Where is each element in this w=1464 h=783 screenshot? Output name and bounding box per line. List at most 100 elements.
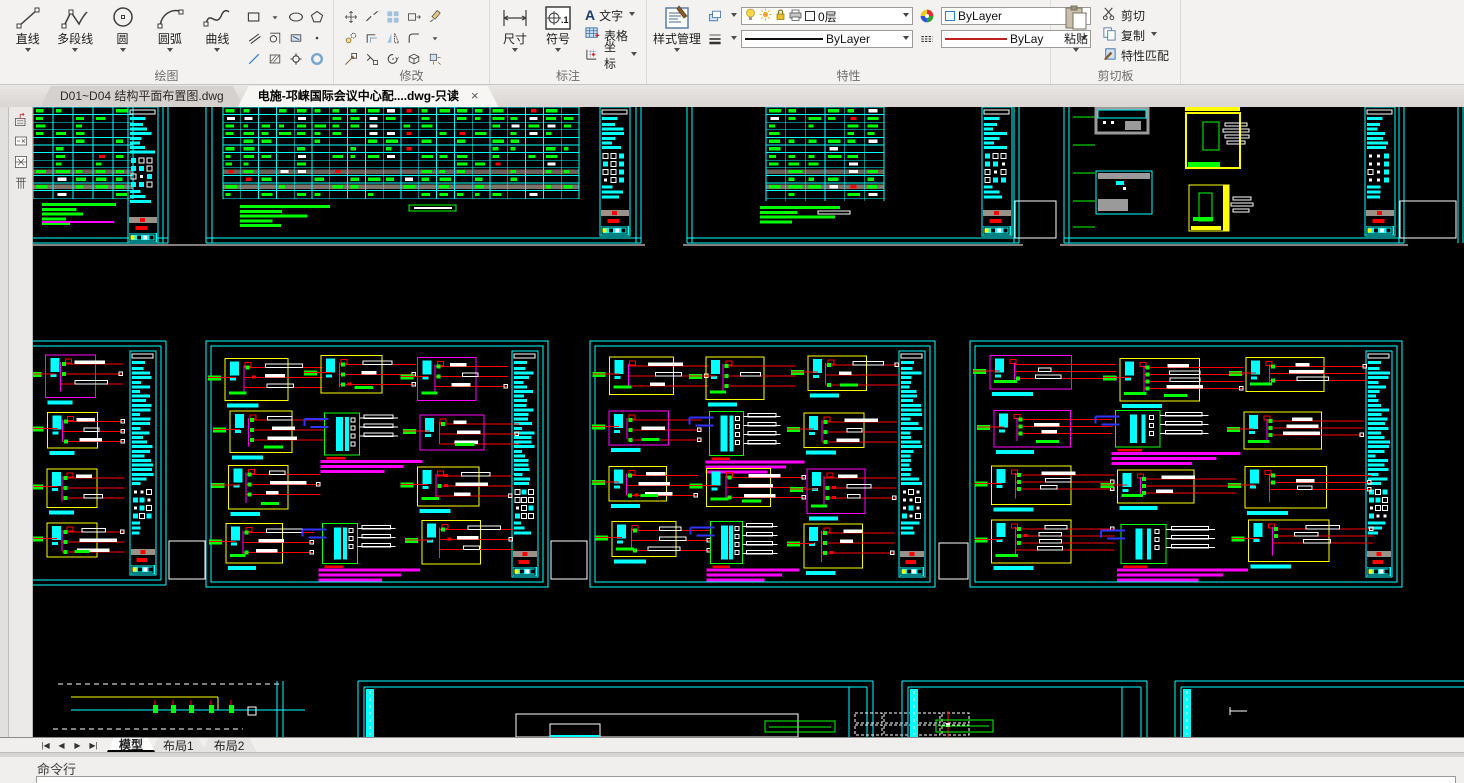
erase-icon[interactable] (424, 6, 445, 27)
chevron-down-icon[interactable] (214, 48, 221, 55)
donut-icon[interactable] (306, 48, 327, 69)
draw-small-tools (243, 6, 327, 69)
ribbon-panel-clipboard: 粘贴 剪切 复制 特性匹配 剪切板 (1051, 0, 1181, 84)
sun-icon (759, 8, 772, 24)
polyline-button[interactable]: 多段线 (53, 3, 96, 55)
circle-icon (108, 4, 138, 32)
style-manager-button[interactable]: 样式管理 (653, 3, 701, 55)
chevron-down-icon[interactable] (166, 48, 173, 55)
paste-button[interactable]: 粘贴 (1057, 3, 1095, 55)
arc-button[interactable]: 圆弧 (148, 3, 191, 55)
trim-icon[interactable] (361, 48, 382, 69)
chevron-down-icon[interactable] (731, 12, 738, 20)
symbol-button[interactable]: .1 符号 (538, 3, 578, 55)
lock-icon (775, 8, 786, 24)
spline-button[interactable]: 曲线 (196, 3, 239, 55)
rotate-icon[interactable] (382, 48, 403, 69)
bulb-icon (745, 8, 756, 24)
symbol-icon: .1 (543, 4, 573, 32)
paste-icon (1061, 4, 1091, 32)
doc-tab-structure-plan[interactable]: D01~D04 结构平面布置图.dwg (40, 86, 244, 107)
fillet-icon[interactable] (403, 27, 424, 48)
clipboard-rows: 剪切 复制 特性匹配 (1099, 5, 1172, 65)
point-icon[interactable] (306, 27, 327, 48)
ribbon-panel-annotate: 尺寸 .1 符号 A 文字 表格 坐标 标注 (490, 0, 647, 84)
dimension-icon (500, 4, 530, 32)
line-label: 直线 (15, 32, 40, 46)
copy-label: 复制 (1121, 28, 1146, 43)
move-icon[interactable] (340, 6, 361, 27)
layer-states-icon[interactable] (705, 7, 725, 25)
explode-icon[interactable] (424, 48, 445, 69)
workspace (0, 107, 1464, 737)
color-wheel-icon[interactable] (917, 7, 937, 25)
linetype-manager-icon[interactable] (917, 30, 937, 48)
scale-icon[interactable] (340, 48, 361, 69)
line-button[interactable]: 直线 (6, 3, 49, 55)
properties-rows: 0层 ByLayer ByLayer ByLay (705, 7, 1092, 48)
chevron-down-icon[interactable] (674, 48, 680, 55)
doc-tab-conference-center[interactable]: 电施-邛崃国际会议中心配....dwg-只读 × (238, 86, 499, 107)
left-tool-strip (0, 107, 33, 737)
array-icon[interactable] (382, 6, 403, 27)
tab-model[interactable]: 模型 (107, 738, 155, 752)
offset-icon[interactable] (361, 27, 382, 48)
cut-button[interactable]: 剪切 (1099, 5, 1172, 25)
chevron-down-icon (903, 12, 910, 20)
ray-icon[interactable] (243, 48, 264, 69)
ribbon-panel-draw: 直线 多段线 圆 圆弧 曲线 绘图 (0, 0, 334, 84)
chevron-down-icon[interactable] (24, 48, 31, 55)
chevron-down-icon[interactable] (264, 6, 285, 27)
table-grid-tool-icon[interactable] (11, 174, 31, 192)
image-frame-tool-icon[interactable] (11, 153, 31, 171)
text-button[interactable]: A 文字 (582, 5, 640, 25)
chevron-down-icon[interactable] (731, 35, 738, 43)
mirror-icon[interactable] (382, 27, 403, 48)
dimension-button[interactable]: 尺寸 (496, 3, 534, 55)
region-icon[interactable] (264, 27, 285, 48)
tab-layout2[interactable]: 布局2 (202, 738, 257, 752)
lineweight-icon[interactable] (705, 30, 725, 48)
frame-tool-icon[interactable] (11, 132, 31, 150)
command-input[interactable] (36, 776, 1456, 783)
close-icon[interactable]: × (471, 88, 479, 103)
break-icon[interactable] (361, 6, 382, 27)
text-icon: A (584, 7, 596, 23)
polygon-icon[interactable] (306, 6, 327, 27)
match-properties-button[interactable]: 特性匹配 (1099, 45, 1172, 65)
plot-tool-icon[interactable] (11, 111, 31, 129)
multiline-icon[interactable] (243, 27, 264, 48)
coordinate-button[interactable]: 坐标 (582, 40, 640, 71)
copy-object-icon[interactable] (340, 27, 361, 48)
chevron-down-icon[interactable] (424, 27, 445, 48)
next-tab-button[interactable]: ▶ (70, 741, 85, 750)
tab-layout1[interactable]: 布局1 (151, 738, 206, 752)
chevron-down-icon[interactable] (512, 48, 519, 55)
svg-text:.1: .1 (561, 15, 569, 25)
wipeout-icon[interactable] (285, 27, 306, 48)
rectangle-icon[interactable] (243, 6, 264, 27)
doc-tab-label: 电施-邛崃国际会议中心配....dwg-只读 (257, 89, 460, 103)
prev-tab-button[interactable]: ◀ (54, 741, 69, 750)
stretch-icon[interactable] (403, 6, 424, 27)
ellipse-icon[interactable] (285, 6, 306, 27)
hatch-icon[interactable] (264, 48, 285, 69)
drawing-canvas[interactable] (33, 107, 1464, 737)
layer-select[interactable]: 0层 (741, 7, 914, 25)
first-tab-button[interactable]: |◀ (38, 741, 53, 750)
chevron-down-icon[interactable] (1073, 48, 1079, 55)
circle-button[interactable]: 圆 (101, 3, 144, 55)
ribbon: 直线 多段线 圆 圆弧 曲线 绘图 修改 尺寸 .1 符号 A 文字 表格 坐标… (0, 0, 1464, 85)
lineweight-select[interactable]: ByLayer (741, 30, 914, 48)
copy-button[interactable]: 复制 (1099, 25, 1172, 45)
left-strip-divider (0, 107, 9, 737)
last-tab-button[interactable]: ▶| (86, 741, 101, 750)
printer-icon (789, 9, 802, 24)
chevron-down-icon[interactable] (72, 48, 79, 55)
3d-box-icon[interactable] (403, 48, 424, 69)
tab-model-label: 模型 (119, 737, 144, 752)
gear-icon[interactable] (285, 48, 306, 69)
chevron-down-icon (629, 11, 636, 19)
chevron-down-icon[interactable] (119, 48, 126, 55)
chevron-down-icon[interactable] (555, 48, 561, 55)
